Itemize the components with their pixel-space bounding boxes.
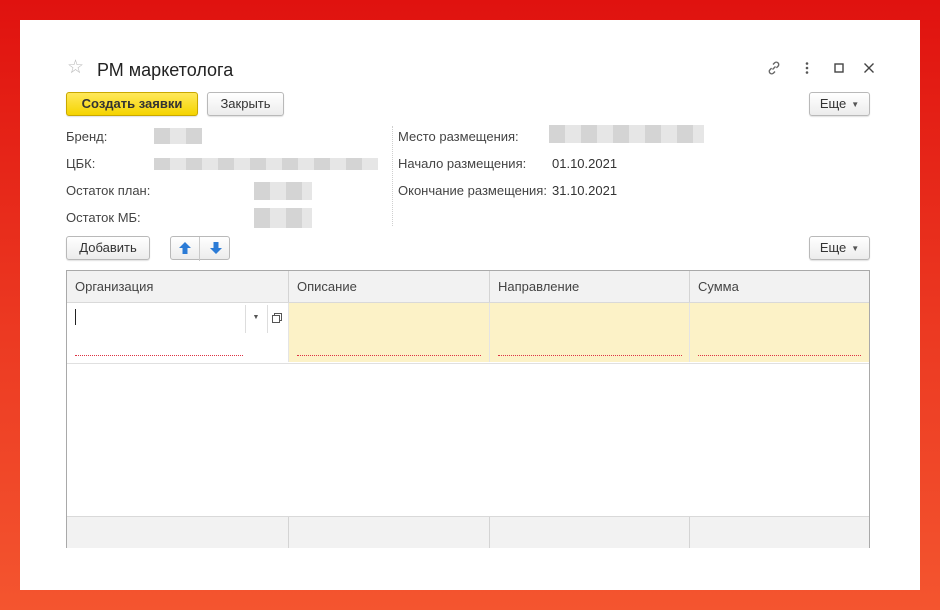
more-button[interactable]: Еще ▼ bbox=[809, 92, 870, 116]
close-icon-graphic bbox=[864, 63, 874, 73]
placement-location-value-redacted bbox=[549, 125, 704, 143]
footer-cell bbox=[690, 517, 869, 548]
organization-cell[interactable]: ▼ bbox=[67, 303, 289, 362]
favorite-star-icon[interactable]: ☆ bbox=[67, 58, 84, 78]
table-footer bbox=[67, 516, 869, 548]
link-icon-graphic bbox=[768, 61, 780, 75]
data-table: Организация Описание Направление Сумма ▼ bbox=[66, 270, 870, 548]
required-field-underline bbox=[75, 355, 243, 356]
field-divider bbox=[245, 305, 246, 333]
move-up-button[interactable] bbox=[171, 237, 200, 261]
maximize-icon-graphic bbox=[834, 63, 844, 73]
form-window: ☆ РМ маркетолога Создать заявки Закрыть … bbox=[20, 20, 920, 590]
arrow-down-icon bbox=[209, 242, 222, 254]
column-separator bbox=[392, 126, 393, 226]
placement-location-label: Место размещения: bbox=[398, 129, 519, 144]
chevron-down-icon: ▼ bbox=[851, 100, 860, 109]
close-button[interactable]: Закрыть bbox=[207, 92, 284, 116]
footer-cell bbox=[67, 517, 289, 548]
required-field-underline bbox=[297, 355, 481, 356]
more-button-label: Еще bbox=[819, 96, 847, 111]
table-header: Организация Описание Направление Сумма bbox=[67, 271, 869, 303]
table-row[interactable]: ▼ bbox=[67, 303, 869, 364]
placement-end-value: 31.10.2021 bbox=[552, 183, 618, 198]
arrow-up-icon bbox=[179, 242, 191, 254]
more-vertical-icon-graphic bbox=[805, 62, 809, 74]
field-divider bbox=[267, 305, 268, 333]
move-buttons-group bbox=[170, 236, 230, 261]
brand-value-redacted bbox=[154, 128, 202, 144]
plan-balance-label: Остаток план: bbox=[66, 183, 151, 198]
chevron-down-icon: ▼ bbox=[851, 244, 860, 253]
cbk-label: ЦБК: bbox=[66, 156, 96, 171]
dropdown-icon[interactable]: ▼ bbox=[247, 311, 265, 325]
column-header-organization[interactable]: Организация bbox=[67, 271, 289, 302]
plan-balance-value-redacted bbox=[254, 182, 312, 200]
create-requests-button[interactable]: Создать заявки bbox=[66, 92, 198, 116]
link-icon[interactable] bbox=[765, 60, 783, 78]
more-vertical-icon[interactable] bbox=[798, 60, 816, 78]
maximize-icon[interactable] bbox=[830, 60, 848, 78]
add-row-button[interactable]: Добавить bbox=[66, 236, 150, 260]
table-more-button-label: Еще bbox=[819, 240, 847, 255]
required-field-underline bbox=[498, 355, 682, 356]
move-down-button[interactable] bbox=[201, 237, 230, 261]
column-header-amount[interactable]: Сумма bbox=[690, 271, 869, 302]
direction-cell[interactable] bbox=[490, 303, 690, 362]
cbk-value-redacted bbox=[154, 158, 378, 170]
required-field-underline bbox=[698, 355, 861, 356]
open-icon-graphic bbox=[272, 313, 282, 323]
mb-balance-value-redacted bbox=[254, 208, 312, 228]
brand-label: Бренд: bbox=[66, 129, 108, 144]
page-title: РМ маркетолога bbox=[97, 60, 234, 80]
column-header-description[interactable]: Описание bbox=[289, 271, 490, 302]
footer-cell bbox=[289, 517, 490, 548]
placement-start-value: 01.10.2021 bbox=[552, 156, 618, 171]
placement-start-label: Начало размещения: bbox=[398, 156, 527, 171]
footer-cell bbox=[490, 517, 690, 548]
text-cursor bbox=[75, 309, 76, 325]
amount-cell[interactable] bbox=[690, 303, 869, 362]
column-header-direction[interactable]: Направление bbox=[490, 271, 690, 302]
mb-balance-label: Остаток МБ: bbox=[66, 210, 141, 225]
description-cell[interactable] bbox=[289, 303, 490, 362]
close-icon[interactable] bbox=[860, 60, 878, 78]
table-more-button[interactable]: Еще ▼ bbox=[809, 236, 870, 260]
open-icon[interactable] bbox=[270, 311, 286, 325]
placement-end-label: Окончание размещения: bbox=[398, 183, 547, 198]
